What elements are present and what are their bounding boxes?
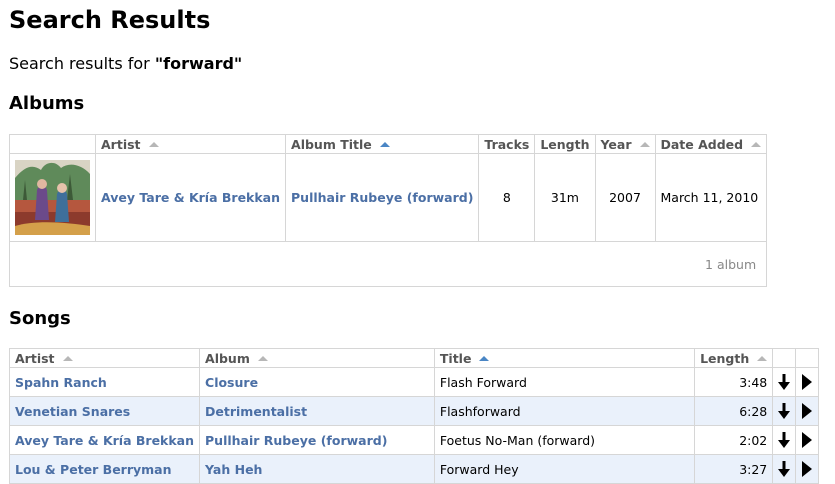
song-title: Flash Forward: [433, 367, 696, 397]
sort-arrow-active-icon: [479, 355, 490, 361]
song-album-link[interactable]: Yah Heh: [205, 462, 262, 477]
song-artist-link[interactable]: Lou & Peter Berryman: [15, 462, 172, 477]
albums-heading: Albums: [9, 93, 85, 114]
albums-col-year[interactable]: Year: [594, 134, 656, 154]
albums-col-tracks[interactable]: Tracks: [478, 134, 536, 154]
songs-col-length[interactable]: Length: [694, 348, 774, 368]
song-artist-cell: Lou & Peter Berryman: [8, 454, 201, 484]
download-button[interactable]: [772, 454, 797, 484]
album-title-cell: Pullhair Rubeye (forward): [285, 153, 480, 242]
sort-arrow-icon: [257, 355, 268, 361]
page-title: Search Results: [9, 6, 211, 34]
song-album-cell: Pullhair Rubeye (forward): [199, 425, 435, 455]
albums-col-cover: [9, 134, 96, 154]
song-album-cell: Closure: [199, 367, 435, 397]
sort-arrow-icon: [751, 141, 762, 147]
album-tracks: 8: [478, 153, 536, 242]
songs-col-album-label: Album: [205, 350, 250, 366]
play-button[interactable]: [795, 396, 819, 426]
song-title: Foetus No-Man (forward): [433, 425, 696, 455]
songs-header-row: Artist Album Title Length: [8, 348, 819, 368]
download-button[interactable]: [772, 425, 797, 455]
download-arrow-icon: [778, 374, 791, 391]
play-icon: [802, 432, 813, 449]
song-row: Venetian Snares Detrimentalist Flashforw…: [8, 396, 819, 426]
albums-col-title-label: Album Title: [291, 136, 372, 152]
song-album-link[interactable]: Pullhair Rubeye (forward): [205, 433, 387, 448]
song-album-link[interactable]: Detrimentalist: [205, 404, 307, 419]
song-title: Forward Hey: [433, 454, 696, 484]
album-artist-cell: Avey Tare & Kría Brekkan: [94, 153, 287, 242]
play-icon: [802, 403, 813, 420]
sort-arrow-icon: [757, 355, 768, 361]
songs-col-length-label: Length: [700, 350, 750, 366]
song-album-link[interactable]: Closure: [205, 375, 258, 390]
albums-col-date-added-label: Date Added: [660, 136, 744, 152]
song-length: 3:27: [694, 454, 774, 484]
albums-col-length[interactable]: Length: [534, 134, 596, 154]
song-row: Avey Tare & Kría Brekkan Pullhair Rubeye…: [8, 425, 819, 455]
download-arrow-icon: [778, 461, 791, 478]
songs-col-download: [772, 348, 797, 368]
song-album-cell: Yah Heh: [199, 454, 435, 484]
albums-col-length-label: Length: [540, 136, 590, 152]
play-icon: [802, 374, 813, 391]
songs-col-title-label: Title: [439, 350, 472, 366]
song-length: 3:48: [694, 367, 774, 397]
song-artist-cell: Avey Tare & Kría Brekkan: [8, 425, 201, 455]
albums-col-year-label: Year: [600, 136, 632, 152]
album-length: 31m: [534, 153, 596, 242]
play-button[interactable]: [795, 367, 819, 397]
download-arrow-icon: [778, 403, 791, 420]
song-album-cell: Detrimentalist: [199, 396, 435, 426]
albums-col-artist-label: Artist: [101, 136, 141, 152]
albums-col-date-added[interactable]: Date Added: [654, 134, 768, 154]
songs-col-artist-label: Artist: [15, 350, 55, 366]
song-artist-cell: Spahn Ranch: [8, 367, 201, 397]
search-summary-prefix: Search results for: [9, 54, 155, 73]
song-row: Lou & Peter Berryman Yah Heh Forward Hey…: [8, 454, 819, 484]
albums-col-tracks-label: Tracks: [484, 136, 530, 152]
albums-col-title[interactable]: Album Title: [285, 134, 480, 154]
album-row: Avey Tare & Kría Brekkan Pullhair Rubeye…: [9, 153, 768, 242]
song-row: Spahn Ranch Closure Flash Forward 3:48: [8, 367, 819, 397]
albums-table: Artist Album Title Tracks Length Year Da…: [8, 134, 768, 287]
download-arrow-icon: [778, 432, 791, 449]
song-length: 6:28: [694, 396, 774, 426]
songs-heading: Songs: [9, 308, 71, 329]
album-cover-cell[interactable]: [9, 153, 96, 242]
album-cover-image[interactable]: [15, 160, 90, 235]
album-year: 2007: [594, 153, 656, 242]
song-artist-cell: Venetian Snares: [8, 396, 201, 426]
songs-col-album[interactable]: Album: [199, 348, 435, 368]
songs-col-title[interactable]: Title: [433, 348, 696, 368]
albums-col-artist[interactable]: Artist: [94, 134, 287, 154]
play-icon: [802, 461, 813, 478]
albums-header-row: Artist Album Title Tracks Length Year Da…: [9, 134, 768, 154]
songs-table: Artist Album Title Length Spahn Ranch Cl…: [8, 348, 819, 484]
play-button[interactable]: [795, 425, 819, 455]
search-query: "forward": [154, 54, 243, 73]
albums-footer-row: 1 album: [8, 241, 768, 287]
download-button[interactable]: [772, 396, 797, 426]
download-button[interactable]: [772, 367, 797, 397]
sort-arrow-icon: [639, 141, 650, 147]
album-date-added: March 11, 2010: [654, 153, 768, 242]
album-artist-link[interactable]: Avey Tare & Kría Brekkan: [101, 190, 280, 205]
song-length: 2:02: [694, 425, 774, 455]
sort-arrow-icon: [62, 355, 73, 361]
play-button[interactable]: [795, 454, 819, 484]
sort-arrow-icon: [148, 141, 159, 147]
search-summary: Search results for "forward": [9, 54, 242, 74]
song-artist-link[interactable]: Venetian Snares: [15, 404, 130, 419]
song-artist-link[interactable]: Spahn Ranch: [15, 375, 107, 390]
album-count: 1 album: [8, 241, 768, 287]
song-title: Flashforward: [433, 396, 696, 426]
songs-col-artist[interactable]: Artist: [8, 348, 201, 368]
sort-arrow-active-icon: [379, 141, 390, 147]
album-title-link[interactable]: Pullhair Rubeye (forward): [291, 190, 473, 205]
song-artist-link[interactable]: Avey Tare & Kría Brekkan: [15, 433, 194, 448]
songs-col-play: [795, 348, 819, 368]
